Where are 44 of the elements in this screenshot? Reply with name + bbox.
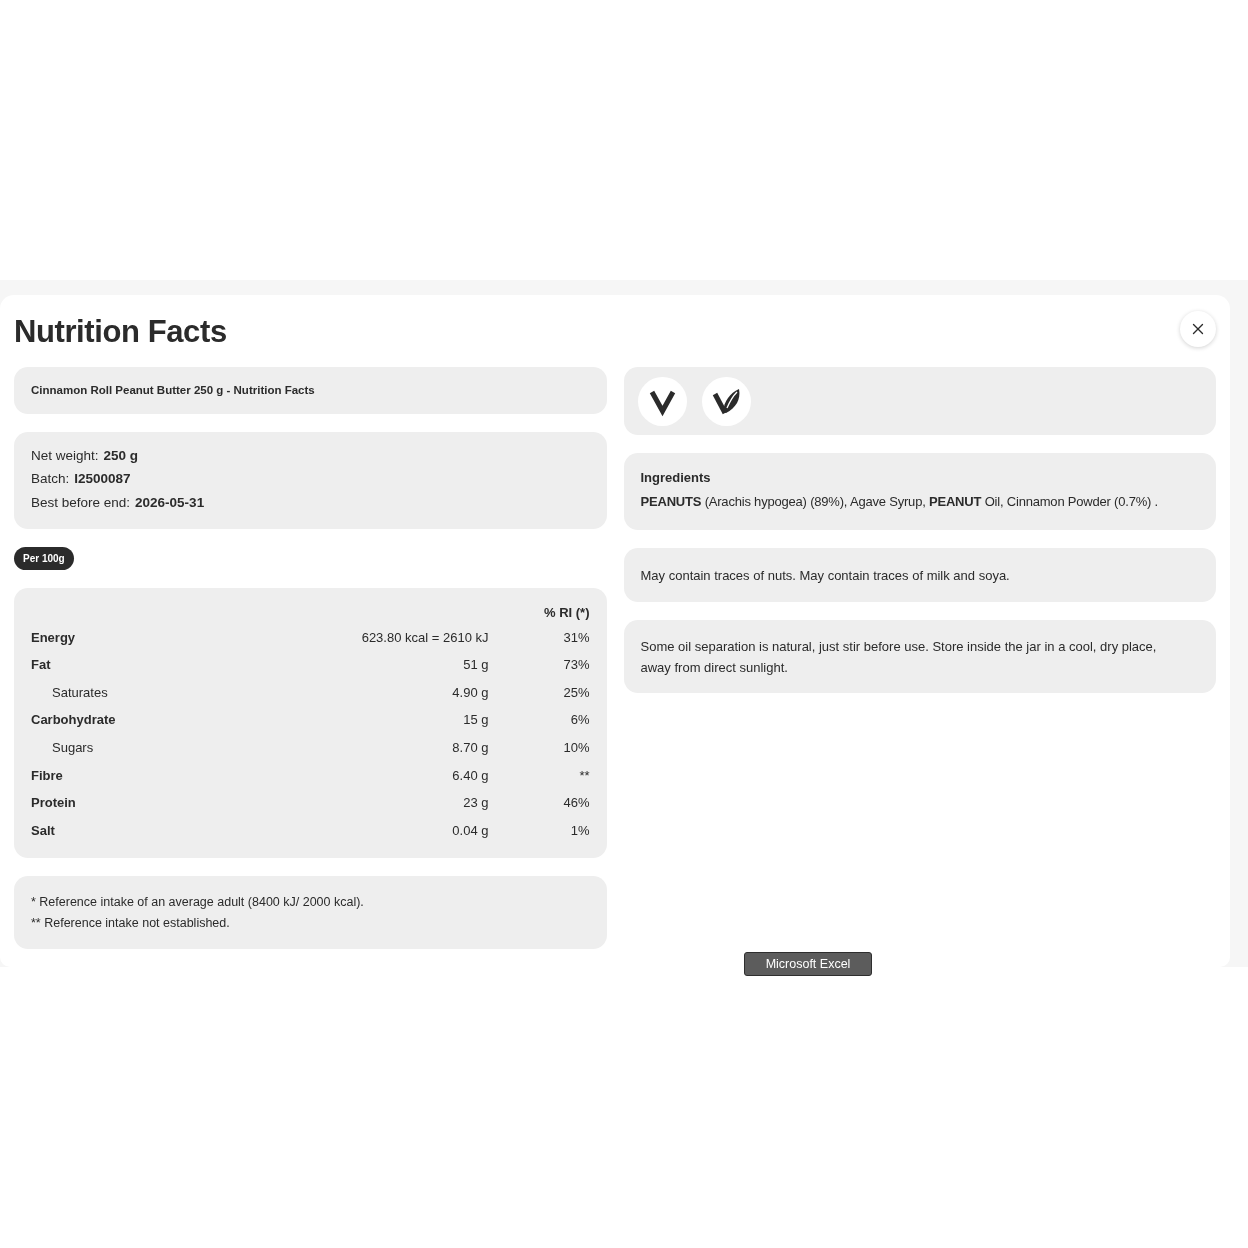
- ri-percent: **: [579, 766, 590, 785]
- nutrient-amount: 23 g: [463, 794, 489, 813]
- nutrient-amount: 4.90 g: [452, 683, 489, 702]
- nutrient-name: Fat: [31, 656, 51, 675]
- v-mark-icon: [637, 376, 687, 426]
- footnote: * Reference intake of an average adult (8400 kJ/ 2000 kcal).: [31, 893, 364, 911]
- v-leaf-icon: [701, 376, 751, 426]
- nutrient-name: Sugars: [51, 738, 94, 757]
- nutrient-amount: 623.80 kcal = 2610 kJ: [361, 628, 489, 647]
- detail-value: 250 g: [103, 446, 139, 465]
- tooltip: Microsoft Excel: [744, 952, 872, 976]
- nutrient-name: Saturates: [51, 683, 108, 702]
- storage-text: Some oil separation is natural, just stir before use. Store inside the jar in a cool, dry place, away from direct sunlight.: [640, 637, 1158, 677]
- detail-label: Net weight:: [31, 446, 99, 465]
- nutrient-amount: 15 g: [463, 711, 489, 730]
- ri-percent: 1%: [570, 821, 590, 840]
- product-title: Cinnamon Roll Peanut Butter 250 g - Nutrition Facts: [31, 382, 315, 398]
- detail-value: I2500087: [74, 470, 131, 489]
- allergens-text: May contain traces of nuts. May contain traces of milk and soya.: [640, 566, 1011, 585]
- ingredients-heading: Ingredients: [640, 469, 711, 488]
- nutrient-amount: 6.40 g: [452, 766, 489, 785]
- ri-percent: 10%: [563, 738, 590, 757]
- detail-value: 2026-05-31: [135, 493, 205, 512]
- nutrient-name: Salt: [31, 821, 55, 840]
- ri-percent: 25%: [563, 683, 590, 702]
- ri-percent: 31%: [563, 628, 590, 647]
- basis-badge: Per 100g: [14, 546, 74, 570]
- dialog-title: Nutrition Facts: [14, 313, 227, 351]
- nutrient-name: Energy: [31, 628, 76, 647]
- nutrient-amount: 8.70 g: [452, 738, 489, 757]
- nutrient-name: Protein: [31, 794, 76, 813]
- ingredients-text: PEANUTS (Arachis hypogea) (89%), Agave Syrup, PEANUT Oil, Cinnamon Powder (0.7%) .: [640, 493, 1159, 512]
- ri-percent: 6%: [570, 711, 590, 730]
- ri-column-header: % RI (*): [544, 603, 590, 622]
- close-button[interactable]: [1180, 311, 1216, 347]
- ri-percent: 73%: [563, 656, 590, 675]
- detail-label: Batch:: [31, 470, 70, 489]
- nutrient-amount: 51 g: [463, 656, 489, 675]
- nutrient-name: Carbohydrate: [31, 711, 116, 730]
- ri-percent: 46%: [563, 794, 590, 813]
- footnote: ** Reference intake not established.: [31, 914, 230, 932]
- nutrient-name: Fibre: [31, 766, 63, 785]
- detail-label: Best before end:: [31, 493, 131, 512]
- nutrient-amount: 0.04 g: [452, 821, 489, 840]
